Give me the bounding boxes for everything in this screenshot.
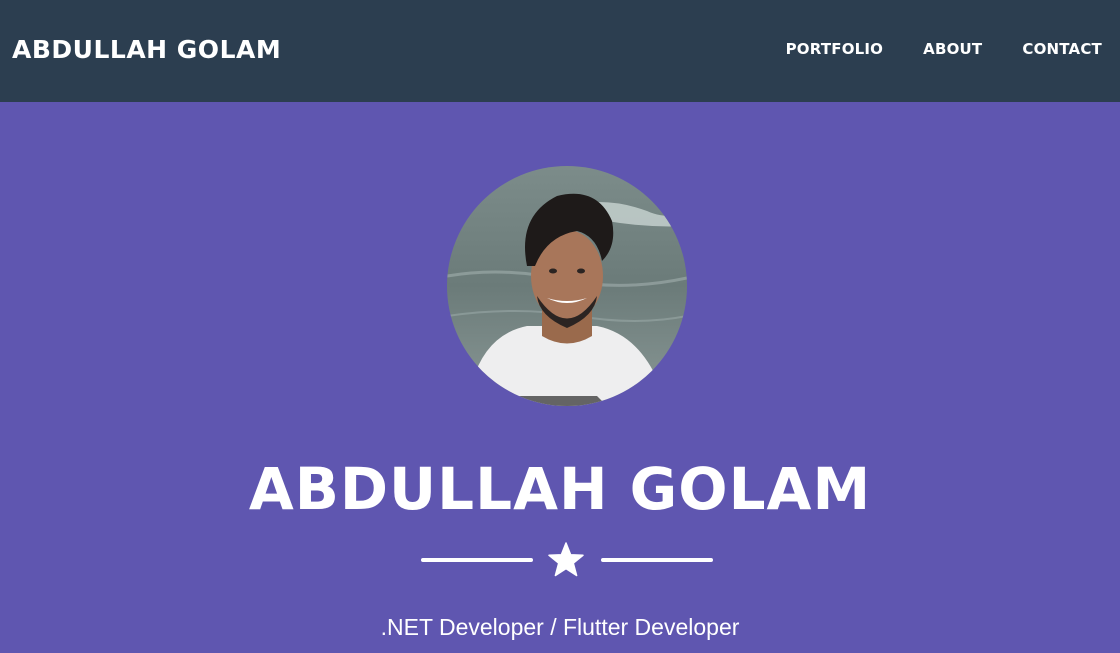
masthead: ABDULLAH GOLAM .NET Developer / Flutter …: [0, 102, 1120, 653]
nav-link-about[interactable]: ABOUT: [923, 38, 982, 60]
nav-links: PORTFOLIO ABOUT CONTACT: [786, 38, 1102, 60]
profile-photo-illustration: [447, 166, 687, 406]
nav-link-contact[interactable]: CONTACT: [1022, 38, 1102, 60]
brand-link[interactable]: ABDULLAH GOLAM: [12, 32, 281, 68]
hero-title: ABDULLAH GOLAM: [248, 455, 872, 523]
star-divider: [421, 542, 713, 578]
divider-line-left: [421, 558, 533, 562]
star-icon: [548, 542, 584, 577]
divider-line-right: [601, 558, 713, 562]
hero-subtitle: .NET Developer / Flutter Developer: [380, 614, 740, 640]
profile-avatar: [447, 166, 687, 406]
navbar: ABDULLAH GOLAM PORTFOLIO ABOUT CONTACT: [0, 0, 1120, 102]
nav-link-portfolio[interactable]: PORTFOLIO: [786, 38, 884, 60]
